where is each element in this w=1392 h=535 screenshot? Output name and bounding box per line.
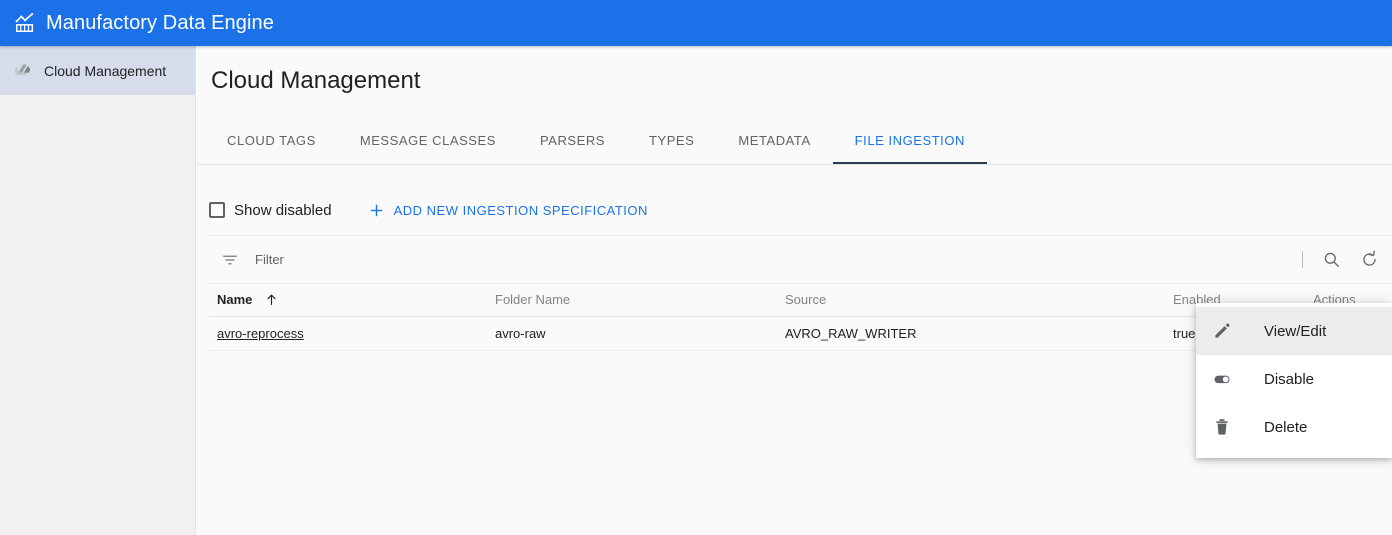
tab-types[interactable]: TYPES bbox=[627, 117, 716, 164]
menu-item-label: Disable bbox=[1264, 371, 1314, 388]
column-header-name[interactable]: Name bbox=[209, 284, 487, 316]
app-title: Manufactory Data Engine bbox=[46, 12, 274, 35]
filter-button[interactable]: Filter bbox=[219, 249, 284, 271]
sidebar-item-cloud-management[interactable]: Cloud Management bbox=[0, 46, 195, 95]
filter-bar: Filter bbox=[209, 236, 1391, 284]
toolbar-divider bbox=[1302, 251, 1303, 268]
menu-item-label: Delete bbox=[1264, 419, 1307, 436]
sort-ascending-icon bbox=[264, 292, 279, 307]
add-button-label: ADD NEW INGESTION SPECIFICATION bbox=[394, 203, 648, 218]
add-new-ingestion-specification-button[interactable]: ADD NEW INGESTION SPECIFICATION bbox=[368, 202, 648, 219]
toggle-off-icon bbox=[1210, 367, 1234, 391]
filter-bar-actions bbox=[1302, 250, 1379, 270]
ingestion-spec-link[interactable]: avro-reprocess bbox=[217, 326, 304, 341]
menu-item-disable[interactable]: Disable bbox=[1196, 355, 1392, 403]
tab-parsers[interactable]: PARSERS bbox=[518, 117, 627, 164]
page-title: Cloud Management bbox=[197, 46, 1392, 95]
checkbox-box[interactable] bbox=[209, 202, 225, 218]
show-disabled-checkbox[interactable]: Show disabled bbox=[209, 202, 332, 219]
cell-folder-name: avro-raw bbox=[487, 316, 777, 350]
tab-cloud-tags[interactable]: CLOUD TAGS bbox=[205, 117, 338, 164]
app-root: Manufactory Data Engine Cloud Management… bbox=[0, 0, 1392, 535]
pencil-icon bbox=[1210, 319, 1234, 343]
show-disabled-label: Show disabled bbox=[234, 202, 332, 219]
tab-bar: CLOUD TAGS MESSAGE CLASSES PARSERS TYPES… bbox=[197, 117, 1392, 165]
column-header-folder-name[interactable]: Folder Name bbox=[487, 284, 777, 316]
top-app-bar: Manufactory Data Engine bbox=[0, 0, 1392, 46]
cell-source: AVRO_RAW_WRITER bbox=[777, 316, 1165, 350]
main-content: Cloud Management CLOUD TAGS MESSAGE CLAS… bbox=[197, 46, 1392, 535]
column-header-source[interactable]: Source bbox=[777, 284, 1165, 316]
toolbar: Show disabled ADD NEW INGESTION SPECIFIC… bbox=[197, 165, 1392, 229]
tab-file-ingestion[interactable]: FILE INGESTION bbox=[833, 117, 987, 164]
sidebar: Cloud Management bbox=[0, 46, 196, 535]
cell-name: avro-reprocess bbox=[209, 316, 487, 350]
tab-metadata[interactable]: METADATA bbox=[716, 117, 832, 164]
sidebar-item-label: Cloud Management bbox=[44, 63, 166, 79]
search-icon[interactable] bbox=[1321, 250, 1341, 270]
menu-item-label: View/Edit bbox=[1264, 323, 1326, 340]
analytics-factory-icon bbox=[12, 10, 38, 36]
menu-item-view-edit[interactable]: View/Edit bbox=[1196, 307, 1392, 355]
trash-icon bbox=[1210, 415, 1234, 439]
menu-item-delete[interactable]: Delete bbox=[1196, 403, 1392, 451]
filter-label: Filter bbox=[255, 252, 284, 267]
row-actions-menu: View/Edit Disable Delete bbox=[1196, 303, 1392, 458]
filter-icon bbox=[219, 249, 241, 271]
refresh-icon[interactable] bbox=[1359, 250, 1379, 270]
cloud-icon bbox=[10, 59, 34, 83]
column-header-name-label: Name bbox=[217, 292, 252, 307]
plus-icon bbox=[368, 202, 385, 219]
tab-message-classes[interactable]: MESSAGE CLASSES bbox=[338, 117, 518, 164]
